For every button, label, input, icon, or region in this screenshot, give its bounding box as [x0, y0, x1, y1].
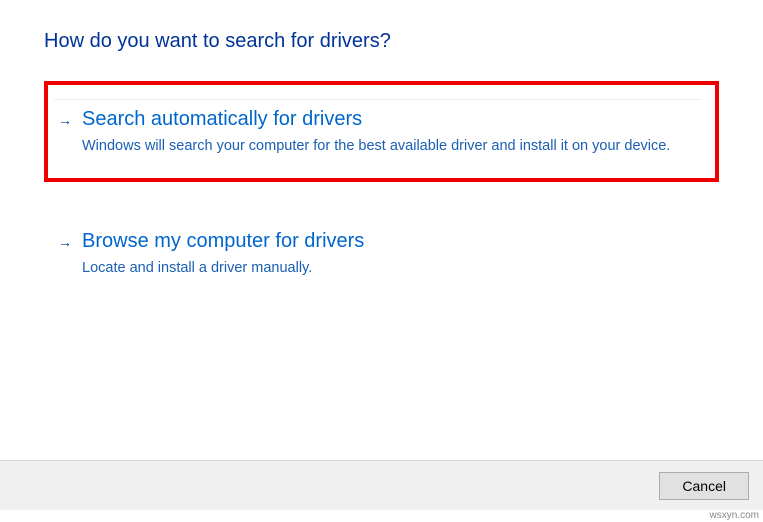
option-search-automatically[interactable]: → Search automatically for drivers Windo…	[44, 81, 719, 182]
option-browse-computer[interactable]: → Browse my computer for drivers Locate …	[44, 212, 719, 298]
arrow-right-icon: →	[54, 228, 76, 250]
option-row: → Search automatically for drivers Windo…	[54, 106, 701, 158]
divider	[54, 99, 701, 100]
option-title: Search automatically for drivers	[82, 106, 701, 132]
dialog-content: How do you want to search for drivers? →…	[0, 0, 763, 298]
watermark: wsxyn.com	[710, 510, 759, 521]
dialog-footer: Cancel	[0, 460, 763, 510]
option-title: Browse my computer for drivers	[82, 228, 701, 254]
cancel-button[interactable]: Cancel	[659, 472, 749, 500]
option-text: Browse my computer for drivers Locate an…	[76, 228, 701, 280]
option-description: Locate and install a driver manually.	[82, 258, 701, 280]
option-row: → Browse my computer for drivers Locate …	[54, 228, 701, 280]
option-text: Search automatically for drivers Windows…	[76, 106, 701, 158]
page-title: How do you want to search for drivers?	[44, 30, 719, 53]
arrow-right-icon: →	[54, 106, 76, 128]
option-description: Windows will search your computer for th…	[82, 136, 701, 158]
